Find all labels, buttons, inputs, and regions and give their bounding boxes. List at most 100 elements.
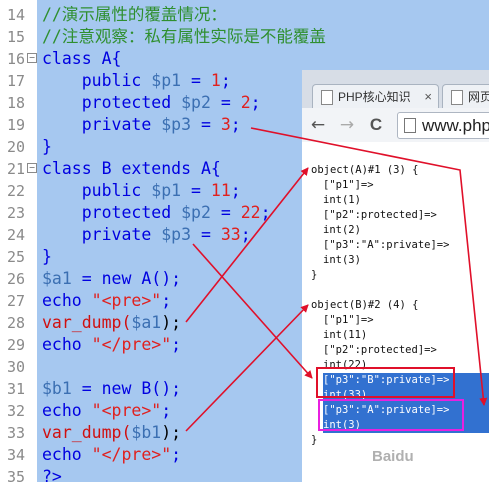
- code-text: protected $p2 = 22;: [42, 202, 271, 224]
- tab-label: PHP核心知识: [338, 90, 411, 104]
- line-number: 18: [6, 94, 25, 112]
- line-number: 22: [6, 182, 25, 200]
- code-token: $p2: [181, 93, 211, 112]
- line-number: 28: [6, 314, 25, 332]
- page-icon: [321, 90, 333, 105]
- var-dump-line: int(2): [323, 224, 361, 236]
- code-token: = new: [71, 269, 142, 288]
- code-text: echo "</pre>";: [42, 444, 181, 466]
- code-token: ;: [240, 225, 251, 244]
- code-token: $p2: [181, 203, 211, 222]
- code-text: var_dump($a1);: [42, 312, 181, 334]
- code-text: $a1 = new A();: [42, 268, 181, 290]
- code-token: private: [42, 225, 162, 244]
- var-dump-line: ["p2":protected]=>: [323, 344, 437, 356]
- code-token: $b1: [131, 423, 162, 442]
- line-number: 20: [6, 138, 25, 156]
- code-token: echo: [42, 401, 92, 420]
- code-token: $p1: [151, 71, 182, 90]
- code-token: "</pre>": [91, 445, 172, 464]
- fold-toggle-icon[interactable]: −: [27, 53, 37, 63]
- code-token: =: [191, 225, 221, 244]
- var-dump-line: ["p3":"A":private]=>: [323, 239, 450, 251]
- code-token: = new: [71, 379, 142, 398]
- code-text: private $p3 = 33;: [42, 224, 251, 246]
- line-number: 30: [6, 358, 25, 376]
- reload-icon[interactable]: C: [366, 115, 386, 135]
- code-token: class: [42, 49, 102, 68]
- code-token: =: [181, 181, 211, 200]
- line-number: 15: [6, 28, 25, 46]
- code-token: ;: [220, 71, 231, 90]
- line-number: 19: [6, 116, 25, 134]
- var-dump-line: ["p2":protected]=>: [323, 209, 437, 221]
- code-token: //演示属性的覆盖情况：: [42, 5, 227, 24]
- code-token: echo: [42, 445, 92, 464]
- url-text: www.php: [422, 116, 489, 135]
- var-dump-line: int(1): [323, 194, 361, 206]
- code-token: A{: [101, 49, 122, 68]
- code-text: echo "<pre>";: [42, 400, 171, 422]
- var-dump-line: int(3): [323, 254, 361, 266]
- code-token: =: [191, 115, 221, 134]
- code-token: ;: [250, 93, 261, 112]
- var-dump-line: }: [311, 269, 318, 281]
- code-text: }: [42, 246, 52, 268]
- tab-strip: PHP核心知识 × 网页: [302, 70, 489, 109]
- highlight-box-a-p3: [318, 399, 464, 431]
- address-bar[interactable]: www.php: [397, 112, 489, 139]
- code-token: $b1: [42, 379, 72, 398]
- forward-arrow-icon[interactable]: →: [337, 115, 357, 135]
- code-text: class B extends A{: [42, 158, 221, 180]
- code-token: ();: [151, 269, 182, 288]
- code-line: 15 //注意观察：私有属性实际是不能覆盖: [0, 26, 489, 48]
- tab-webpage[interactable]: 网页: [442, 84, 489, 109]
- code-token: $p3: [161, 115, 192, 134]
- code-text: $b1 = new B();: [42, 378, 181, 400]
- code-token: 1: [210, 71, 221, 90]
- code-text: class A{: [42, 48, 121, 70]
- code-token: A: [141, 269, 152, 288]
- code-token: //注意观察：私有属性实际是不能覆盖: [42, 27, 326, 46]
- line-number: 31: [6, 380, 25, 398]
- code-token: 2: [240, 93, 251, 112]
- line-number: 27: [6, 292, 25, 310]
- code-text: private $p3 = 3;: [42, 114, 241, 136]
- code-text: }: [42, 136, 52, 158]
- line-number: 34: [6, 446, 25, 464]
- code-token: private: [42, 115, 162, 134]
- line-number: 33: [6, 424, 25, 442]
- code-token: class B extends A{: [42, 159, 221, 178]
- code-token: ;: [161, 401, 172, 420]
- code-text: ?>: [42, 466, 62, 488]
- code-token: =: [210, 93, 241, 112]
- code-token: var_dump(: [42, 313, 132, 332]
- back-arrow-icon[interactable]: ←: [308, 115, 328, 135]
- var-dump-line: object(B)#2 (4) {: [311, 299, 419, 311]
- code-token: echo: [42, 335, 92, 354]
- close-icon[interactable]: ×: [424, 85, 432, 109]
- code-token: echo: [42, 291, 92, 310]
- code-token: B: [141, 379, 152, 398]
- var-dump-line: ["p1"]=>: [323, 179, 374, 191]
- code-token: ;: [171, 445, 182, 464]
- code-token: =: [210, 203, 241, 222]
- code-line: 16− class A{: [0, 48, 489, 70]
- tab-php-core[interactable]: PHP核心知识 ×: [312, 84, 439, 109]
- code-text: echo "</pre>";: [42, 334, 181, 356]
- tab-label: 网页: [468, 90, 489, 104]
- fold-toggle-icon[interactable]: −: [27, 163, 37, 173]
- line-number: 23: [6, 204, 25, 222]
- code-token: protected: [42, 93, 182, 112]
- highlight-box-b-p3: [316, 367, 455, 398]
- code-text: //注意观察：私有属性实际是不能覆盖: [42, 26, 326, 48]
- page-icon: [451, 90, 463, 105]
- code-token: public: [42, 71, 152, 90]
- code-token: ;: [171, 335, 182, 354]
- line-number: 16: [6, 50, 25, 68]
- page-icon: [404, 118, 416, 133]
- code-token: "<pre>": [91, 291, 162, 310]
- line-number: 35: [6, 468, 25, 486]
- code-token: "<pre>": [91, 401, 162, 420]
- line-number: 32: [6, 402, 25, 420]
